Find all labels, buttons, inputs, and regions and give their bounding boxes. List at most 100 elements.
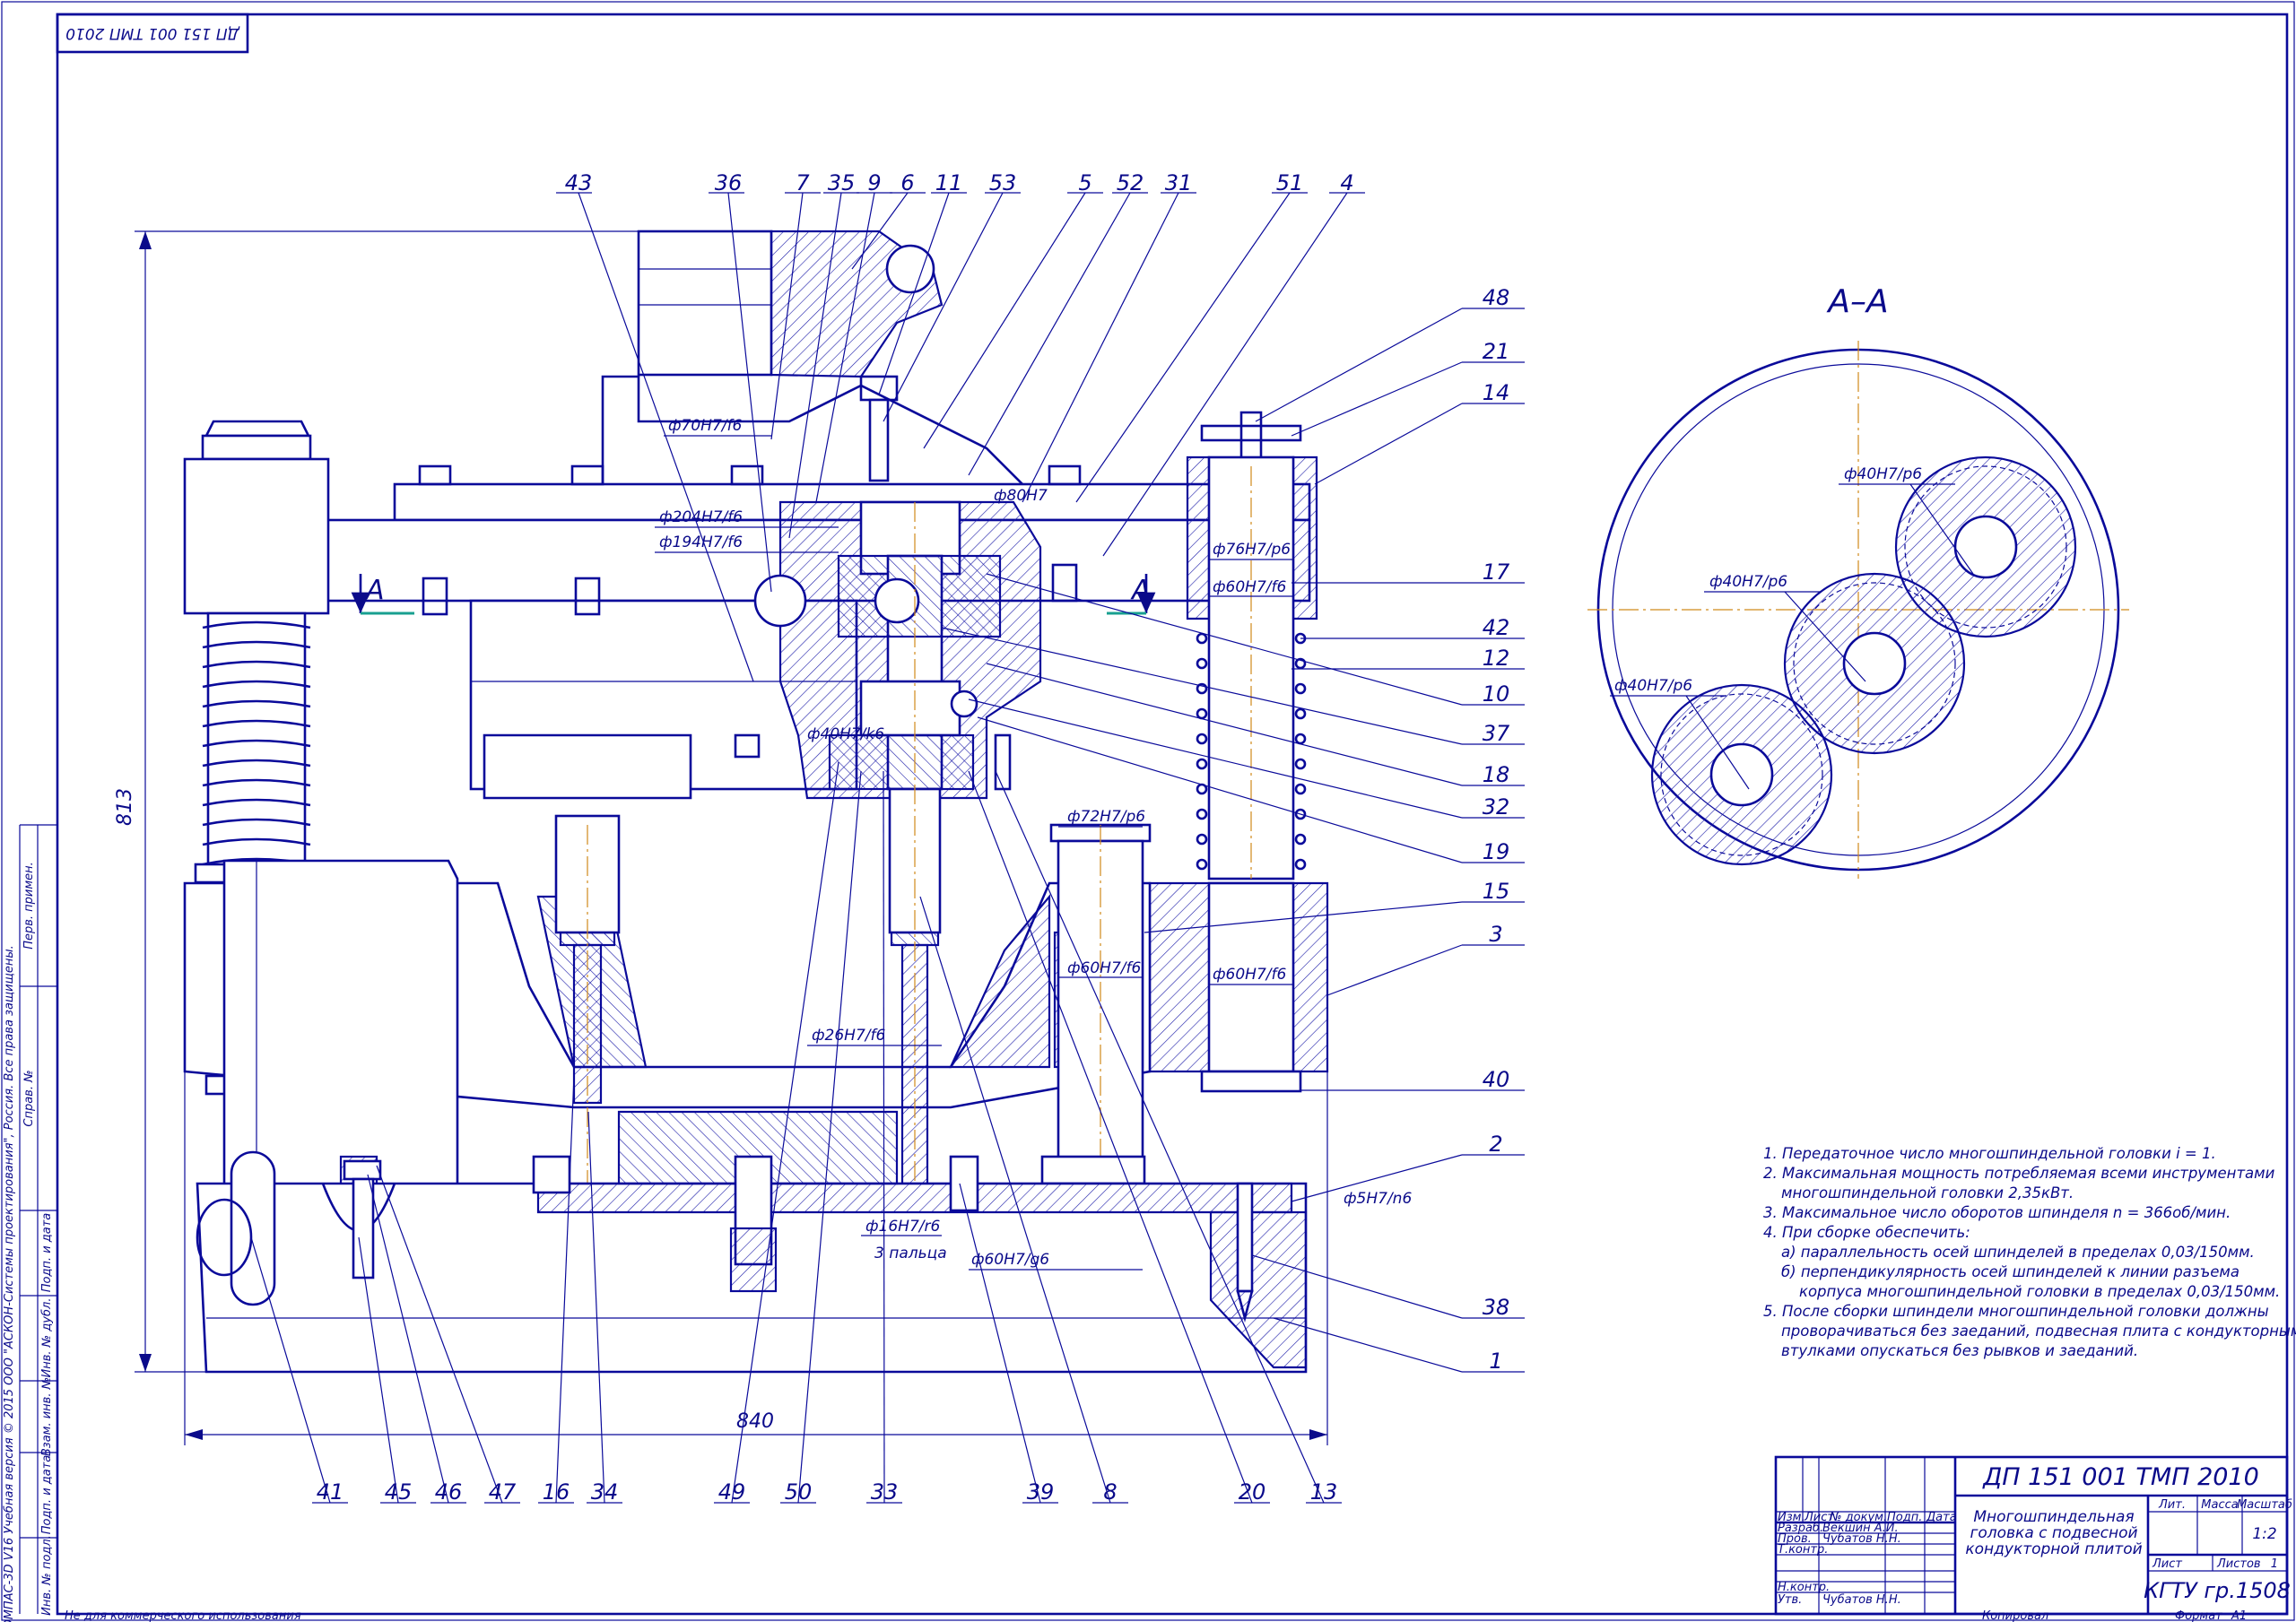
rotated-stamp: ДП 151 001 ТМП 2010 xyxy=(56,13,249,54)
callout-4: 4 xyxy=(1340,170,1353,195)
svg-text:А: А xyxy=(1130,575,1151,606)
callout-51: 51 xyxy=(1276,170,1304,195)
left-stand xyxy=(222,859,459,1190)
section-title: А–А xyxy=(1826,283,1888,320)
strip-perv-primen: Перв. примен. xyxy=(22,862,36,950)
tb-title-line-1: Многошпиндельная xyxy=(1973,1508,2134,1526)
fit-f204: ф204Н7/f6 xyxy=(659,508,743,526)
callout-15: 15 xyxy=(1483,879,1510,904)
callout-50: 50 xyxy=(785,1479,813,1505)
assembly-drawing-sheet: ДП 151 001 ТМП 2010 Перв. примен. Справ.… xyxy=(1,1,2296,1622)
note-line-11: втулками опускаться без рывков и заедани… xyxy=(1781,1342,2138,1359)
kompas-license-note: КОМПАС-3D V16 Учебная версия © 2015 ООО … xyxy=(3,945,16,1622)
motor-housing xyxy=(637,230,773,377)
svg-text:Лист: Лист xyxy=(2152,1557,2182,1571)
svg-text:Дата: Дата xyxy=(1926,1511,1957,1524)
svg-text:Чубатов Н.Н.: Чубатов Н.Н. xyxy=(1822,1532,1901,1546)
callout-1: 1 xyxy=(1489,1349,1502,1374)
note-line-1: 1. Передаточное число многошпиндельной г… xyxy=(1763,1145,2216,1162)
strip-sprav: Справ. № xyxy=(22,1070,36,1126)
bolt-53 xyxy=(868,398,890,482)
callout-17: 17 xyxy=(1483,559,1510,585)
callout-45: 45 xyxy=(385,1479,413,1505)
left-guide-column xyxy=(183,420,330,884)
fit-f80: ф80Н7 xyxy=(994,487,1048,505)
callout-18: 18 xyxy=(1483,762,1510,787)
fit-f16: ф16Н7/r6 xyxy=(865,1218,940,1236)
callout-12: 12 xyxy=(1483,646,1510,671)
callout-52: 52 xyxy=(1117,170,1144,195)
tb-scale: 1:2 xyxy=(2252,1525,2276,1543)
note-line-7: б) перпендикулярность осей шпинделей к л… xyxy=(1781,1263,2239,1280)
callout-10: 10 xyxy=(1483,681,1510,707)
svg-text:Чубатов Н.Н.: Чубатов Н.Н. xyxy=(1822,1593,1901,1607)
callout-47: 47 xyxy=(489,1479,517,1505)
note-line-4: 3. Максимальное число оборотов шпинделя … xyxy=(1763,1204,2231,1221)
callout-14: 14 xyxy=(1483,380,1510,405)
fit-fingers: 3 пальца xyxy=(874,1245,947,1262)
strip-inv-podl: Инв. № подл. xyxy=(40,1535,54,1616)
tb-doc-number: ДП 151 001 ТМП 2010 xyxy=(1982,1463,2259,1491)
callout-2: 2 xyxy=(1489,1132,1502,1157)
svg-text:ДП 151 001 ТМП 2010: ДП 151 001 ТМП 2010 xyxy=(65,24,240,42)
section-a-a: А–А ф40Н7/р6 ф40Н7/р6 ф40Н7/р6 xyxy=(1587,283,2129,879)
svg-text:А: А xyxy=(364,575,385,606)
note-line-8: корпуса многошпиндельной головки в преде… xyxy=(1799,1283,2280,1300)
callout-20: 20 xyxy=(1239,1479,1266,1505)
callout-32: 32 xyxy=(1483,794,1510,820)
callout-46: 46 xyxy=(435,1479,463,1505)
callout-43: 43 xyxy=(565,170,593,195)
callout-9: 9 xyxy=(867,170,881,195)
main-assembly-view: А А xyxy=(183,230,1329,1374)
callout-53: 53 xyxy=(989,170,1017,195)
footer-copied: Копировал xyxy=(1982,1609,2048,1622)
spindle-flange xyxy=(828,733,975,791)
svg-text:Листов: Листов xyxy=(2216,1557,2261,1571)
note-line-5: 4. При сборке обеспечить: xyxy=(1763,1224,1970,1241)
callout-16: 16 xyxy=(543,1479,570,1505)
callout-35: 35 xyxy=(828,170,856,195)
lever-pin-hole xyxy=(885,244,935,294)
callout-34: 34 xyxy=(591,1479,619,1505)
svg-text:Утв.: Утв. xyxy=(1778,1593,1802,1607)
callout-6: 6 xyxy=(900,170,914,195)
fit-f60b: ф60Н7/f6 xyxy=(1067,959,1141,977)
drawing-frame xyxy=(56,13,2289,1616)
callout-36: 36 xyxy=(715,170,743,195)
note-line-6: а) параллельность осей шпинделей в преде… xyxy=(1781,1244,2255,1261)
callout-37: 37 xyxy=(1483,721,1510,746)
fit-f72: ф72Н7/р6 xyxy=(1067,808,1145,826)
fit-f60c: ф60Н7/f6 xyxy=(1213,966,1286,984)
callout-31: 31 xyxy=(1165,170,1193,195)
idler-gear-bearing xyxy=(753,574,807,628)
central-gear xyxy=(837,554,1002,638)
footer-noncommercial: Не для коммерческого использования xyxy=(65,1609,301,1622)
callout-41: 41 xyxy=(317,1479,344,1505)
svg-text:Лит.: Лит. xyxy=(2158,1498,2186,1512)
callout-8: 8 xyxy=(1103,1479,1117,1505)
technical-notes: 1. Передаточное число многошпиндельной г… xyxy=(1763,1145,2296,1359)
tb-title-line-2: головка с подвесной xyxy=(1970,1524,2137,1542)
callout-11: 11 xyxy=(935,170,963,195)
fit-f76: ф76Н7/р6 xyxy=(1213,541,1291,559)
callout-19: 19 xyxy=(1483,839,1510,864)
callout-13: 13 xyxy=(1310,1479,1338,1505)
section-fit-left: ф40Н7/р6 xyxy=(1614,677,1692,695)
callout-21: 21 xyxy=(1483,339,1510,364)
note-line-10: проворачиваться без заеданий, подвесная … xyxy=(1781,1323,2296,1340)
tb-organization: КГТУ гр.1508 xyxy=(2144,1578,2291,1603)
height-dimension: 813 xyxy=(114,788,136,826)
fit-f26: ф26Н7/f6 xyxy=(812,1027,885,1045)
fit-f5: ф5Н7/n6 xyxy=(1344,1190,1412,1208)
svg-text:Н.контр.: Н.контр. xyxy=(1778,1581,1830,1594)
eccentric-clamp xyxy=(230,1150,276,1306)
gear-left xyxy=(1650,683,1833,866)
strip-podp-data-2: Подп. и дата xyxy=(40,1455,54,1535)
left-side-strip: Перв. примен. Справ. № Подп. и дата Инв.… xyxy=(3,824,57,1622)
note-line-2: 2. Максимальная мощность потребляемая вс… xyxy=(1763,1165,2275,1182)
strip-inv-dubl: Инв. № дубл. xyxy=(40,1298,54,1378)
note-line-3: многошпиндельной головки 2,35кВт. xyxy=(1781,1184,2074,1201)
svg-text:1: 1 xyxy=(2271,1557,2278,1571)
callout-38: 38 xyxy=(1483,1295,1510,1320)
note-line-9: 5. После сборки шпиндели многошпиндельно… xyxy=(1763,1303,2269,1320)
